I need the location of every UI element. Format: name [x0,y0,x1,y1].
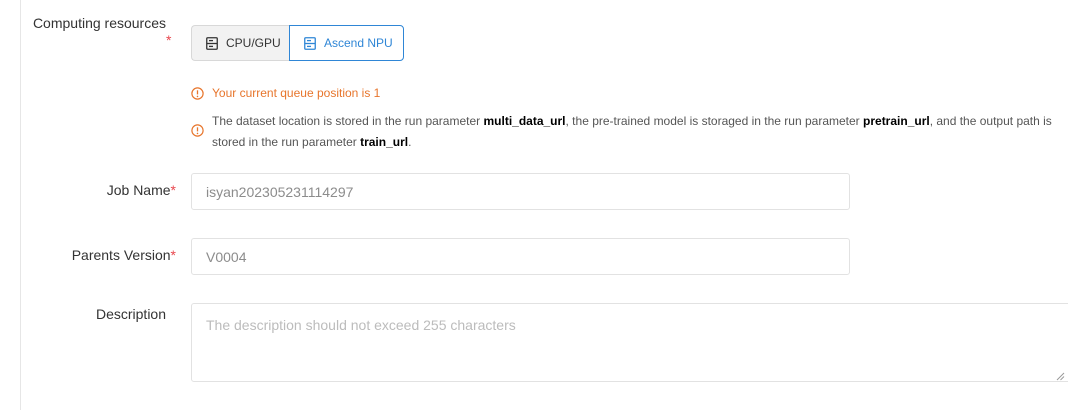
warning-circle-icon [191,87,204,100]
server-icon [304,36,316,50]
run-parameters-notice: The dataset location is stored in the ru… [212,111,1068,153]
parents-version-input[interactable]: V0004 [191,238,850,275]
description-textarea[interactable]: The description should not exceed 255 ch… [191,303,1068,382]
required-asterisk: * [166,32,172,48]
notice-text: . [408,135,412,149]
parents-version-label: Parents Version* [71,247,176,263]
warning-circle-icon [191,124,204,137]
job-name-input[interactable]: isyan202305231114297 [191,173,850,210]
queue-position-notice: Your current queue position is 1 [212,86,381,100]
create-training-job-form: Computing resources * CPU/GPU Ascend NPU [0,0,1068,410]
computing-resources-label: Computing resources [32,15,166,31]
resize-handle-icon[interactable] [1055,368,1065,381]
notice-text: , the pre-trained model is storaged in t… [565,114,864,128]
cpu-gpu-option-label: CPU/GPU [226,36,281,50]
required-asterisk: * [170,182,176,198]
ascend-npu-option-label: Ascend NPU [324,36,393,50]
left-divider [20,0,21,410]
server-icon [206,36,218,50]
param-multi-data-url: multi_data_url [483,114,566,128]
ascend-npu-option-button[interactable]: Ascend NPU [289,25,404,61]
param-pretrain-url: pretrain_url [863,114,930,128]
cpu-gpu-option-button[interactable]: CPU/GPU [191,25,289,61]
job-name-label: Job Name* [106,182,176,198]
required-asterisk: * [170,247,176,263]
notice-text: The dataset location is stored in the ru… [212,114,484,128]
param-train-url: train_url [360,135,409,149]
description-label: Description [95,306,166,322]
